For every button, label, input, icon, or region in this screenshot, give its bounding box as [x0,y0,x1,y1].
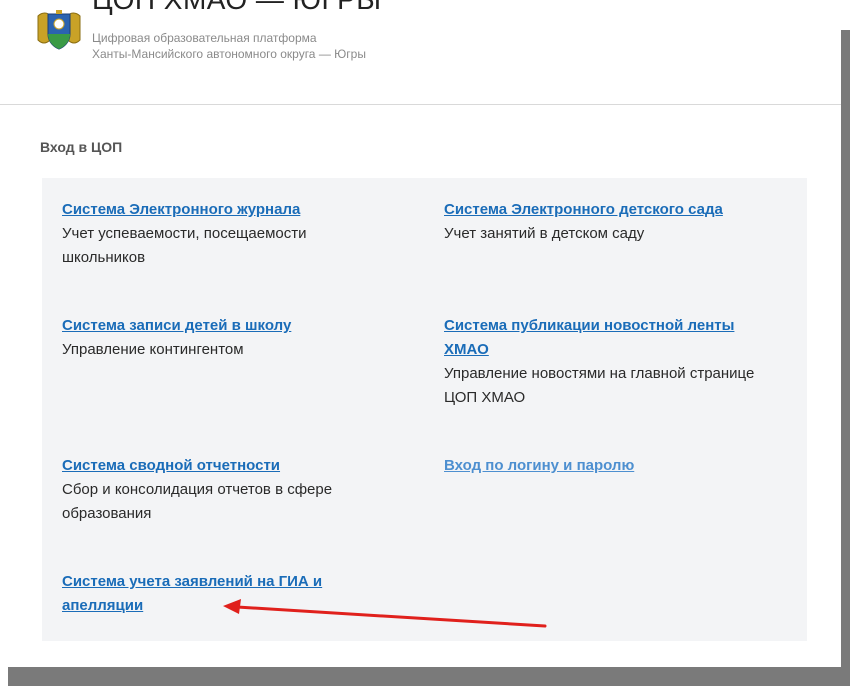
system-card-login-password: Вход по логину и паролю [444,454,774,478]
header-subtitle-line1: Цифровая образовательная платформа [92,31,317,45]
header-title: ЦОП ХМАО — ЮГРЫ [92,0,382,16]
link-login-password[interactable]: Вход по логину и паролю [444,454,774,478]
description-electronic-kindergarten: Учет занятий в детском саду [444,225,645,242]
page: ЦОП ХМАО — ЮГРЫ Цифровая образовательная… [0,0,841,667]
link-news-feed[interactable]: Система публикации новостной ленты ХМАО [444,314,774,362]
link-electronic-kindergarten[interactable]: Система Электронного детского сада [444,198,774,222]
red-arrow-annotation [223,599,547,628]
window-shadow-bottom [8,667,850,686]
description-consolidated-reporting: Сбор и консолидация отчетов в сфере обра… [62,481,333,522]
system-card-electronic-kindergarten: Система Электронного детского сада Учет … [444,198,774,246]
coat-of-arms-icon [37,10,81,50]
link-electronic-journal[interactable]: Система Электронного журнала [62,198,392,222]
link-school-enrollment[interactable]: Система записи детей в школу [62,314,392,338]
system-card-electronic-journal: Система Электронного журнала Учет успева… [62,198,392,270]
description-electronic-journal: Учет успеваемости, посещаемости школьник… [62,225,307,266]
description-news-feed: Управление новостями на главной странице… [444,365,755,406]
link-consolidated-reporting[interactable]: Система сводной отчетности [62,454,392,478]
header: ЦОП ХМАО — ЮГРЫ Цифровая образовательная… [0,0,841,105]
window-shadow-right [841,30,850,686]
header-subtitle-line2: Ханты-Мансийского автономного округа — Ю… [92,47,366,61]
system-card-school-enrollment: Система записи детей в школу Управление … [62,314,392,362]
description-school-enrollment: Управление контингентом [62,341,244,358]
section-title: Вход в ЦОП [40,139,123,155]
system-card-news-feed: Система публикации новостной ленты ХМАО … [444,314,774,410]
system-card-consolidated-reporting: Система сводной отчетности Сбор и консол… [62,454,392,526]
